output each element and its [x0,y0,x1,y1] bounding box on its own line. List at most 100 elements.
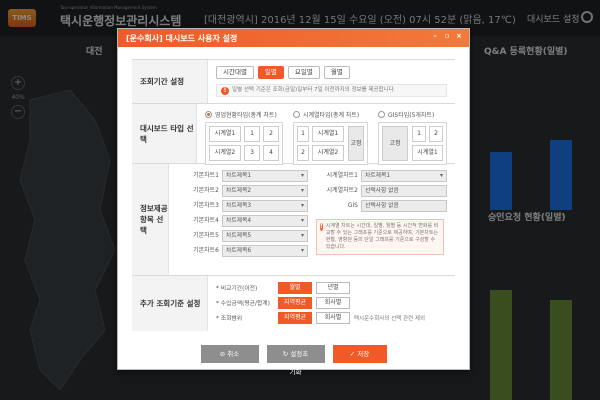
dashboard-type-content: 영업현황타입(총계 차트) 시계열1 1 2 시계열2 3 4 시계열타입(총계… [197,104,455,165]
timeseries-chart-label: 시계열차트1 [326,172,358,179]
period-label: 조회기간 설정 [132,60,208,103]
window-controls: – ▫ × [431,32,463,40]
base-chart-label: 기본차트1 [193,172,219,179]
timeseries-chart-select[interactable]: 선택사항 없음 [361,185,447,197]
income-company-button[interactable]: 회사별 [316,296,350,309]
scope-company-button[interactable]: 회사별 [316,311,350,324]
preview-cell: 2 [297,145,309,161]
modal-header: [운수회사] 대시보드 사용자 설정 – ▫ × [118,29,469,47]
preview-cell: 2 [263,126,279,142]
info-items-content: 기본차트1차트제목1 기본차트2차트제목2 기본차트3차트제목3 기본차트4차트… [169,164,455,275]
minimize-icon[interactable]: – [431,32,439,40]
preview-cell-fixed: 고정 [382,126,408,161]
preview-cell: 시계열2 [312,145,344,161]
type-preview-gis: 고정 1 2 시계열1 [378,122,447,165]
income-region-avg-button[interactable]: 지역평균 [278,296,312,309]
info-row: 기본차트2 차트제목2 [177,185,308,197]
info-grid: 기본차트1차트제목1 기본차트2차트제목2 기본차트3차트제목3 기본차트4차트… [177,170,447,257]
scope-note: 택시운수회사의 선택 관련 제외 [354,315,426,322]
info-row: 기본차트5 차트제목5 [177,230,308,242]
info-icon: ! [221,86,229,95]
type-radio-gis[interactable]: GIS타입(5개차트) [378,110,447,119]
timeseries-chart-column: 시계열차트1차트제목1 시계열차트2선택사항 없음 GIS선택사항 없음 ! 시… [316,170,447,257]
extra-row-scope: * 조회범위 지역평균 회사별 택시운수회사의 선택 관련 제외 [216,310,447,325]
scope-label: * 조회범위 [216,316,243,322]
period-option-hour[interactable]: 시간대별 [216,66,254,79]
preview-cell: 1 [297,126,309,142]
type-name: 영업현황타입(총계 차트) [215,112,277,119]
period-options: 시간대별 일별 요일별 월별 [216,66,447,79]
base-chart-column: 기본차트1차트제목1 기본차트2차트제목2 기본차트3차트제목3 기본차트4차트… [177,170,308,257]
base-chart-label: 기본차트3 [193,202,219,209]
save-label: 저장 [357,350,370,358]
info-row: GIS 선택사항 없음 [316,200,447,212]
extra-criteria-content: * 비교기간(이전) 월별 년별 * 수입금액(평균/합계) 지역평균 회사별 … [208,276,455,331]
info-row: 기본차트6 차트제목6 [177,245,308,257]
modal-title: [운수회사] 대시보드 사용자 설정 [126,34,238,43]
base-chart-select[interactable]: 차트제목4 [222,215,308,227]
dashboard-type-section: 대시보드 타입 선택 영업현황타입(총계 차트) 시계열1 1 2 시계열2 3… [132,103,455,165]
extra-criteria-section: 추가 조회기준 설정 * 비교기간(이전) 월별 년별 * 수입금액(평균/합계… [132,275,455,331]
modal-footer: ⊘ 취소 ↻ 설정초기화 ✓ 저장 [132,345,455,376]
maximize-icon[interactable]: ▫ [443,32,451,40]
period-content: 시간대별 일별 요일별 월별 ! 일별 선택 기준은 조회(금일)일부터 7일 … [208,60,455,103]
base-chart-label: 기본차트6 [193,247,219,254]
cancel-label: 취소 [227,350,240,358]
close-icon[interactable]: × [455,32,463,40]
period-option-weekday[interactable]: 요일별 [287,66,320,79]
preview-cell: 1 [412,126,426,142]
period-option-day[interactable]: 일별 [257,66,284,79]
info-row: 기본차트4 차트제목4 [177,215,308,227]
type-preview-sales: 시계열1 1 2 시계열2 3 4 [205,122,283,165]
dashboard-type-options: 영업현황타입(총계 차트) 시계열1 1 2 시계열2 3 4 시계열타입(총계… [205,110,447,165]
save-button[interactable]: ✓ 저장 [332,345,387,363]
base-chart-select[interactable]: 차트제목5 [222,230,308,242]
period-section: 조회기간 설정 시간대별 일별 요일별 월별 ! 일별 선택 기준은 조회(금일… [132,59,455,103]
timeseries-chart-label: 시계열차트2 [326,187,358,194]
preview-cell: 시계열2 [209,145,241,161]
reset-button[interactable]: ↻ 설정초기화 [266,345,325,376]
base-chart-select[interactable]: 차트제목2 [222,185,308,197]
dashboard-settings-modal: [운수회사] 대시보드 사용자 설정 – ▫ × 조회기간 설정 시간대별 일별… [117,28,470,376]
cancel-button[interactable]: ⊘ 취소 [200,345,259,363]
gis-select[interactable]: 선택사항 없음 [361,200,447,212]
preview-cell: 1 [244,126,260,142]
preview-cell: 시계열1 [412,145,443,161]
info-items-section: 정보제공 항목 선택 기본차트1차트제목1 기본차트2차트제목2 기본차트3차트… [132,163,455,275]
radio-icon[interactable] [293,111,300,118]
radio-icon[interactable] [205,111,212,118]
modal-body: 조회기간 설정 시간대별 일별 요일별 월별 ! 일별 선택 기준은 조회(금일… [118,47,469,376]
extra-row-compare: * 비교기간(이전) 월별 년별 [216,280,447,295]
type-radio-sales[interactable]: 영업현황타입(총계 차트) [205,110,283,119]
radio-icon[interactable] [378,111,385,118]
preview-cell: 2 [429,126,443,142]
dashboard-type-label: 대시보드 타입 선택 [132,104,197,163]
period-notice-text: 일별 선택 기준은 조회(금일)일부터 7일 이전까지의 정보를 제공합니다. [232,87,396,93]
info-row: 시계열차트2 선택사항 없음 [316,185,447,197]
timeseries-chart-select[interactable]: 차트제목1 [361,170,447,182]
base-chart-select[interactable]: 차트제목3 [222,200,308,212]
base-chart-label: 기본차트4 [193,217,219,224]
info-row: 기본차트3 차트제목3 [177,200,308,212]
type-radio-timeseries[interactable]: 시계열타입(총계 차트) [293,110,368,119]
extra-criteria-label: 추가 조회기준 설정 [132,276,208,331]
base-chart-label: 기본차트5 [193,232,219,239]
compare-monthly-button[interactable]: 월별 [278,281,312,294]
preview-cell: 3 [244,145,260,161]
type-preview-timeseries: 1 시계열1 2 시계열2 고정 [293,122,368,165]
info-warning: ! 시계열 차트는 시간대, 일별, 월별 등 시간적 변화를 비교할 수 있는… [316,219,444,255]
type-option-timeseries[interactable]: 시계열타입(총계 차트) 1 시계열1 2 시계열2 고정 [293,110,368,165]
preview-cell: 시계열1 [209,126,241,142]
warning-icon: ! [320,223,323,231]
base-chart-select[interactable]: 차트제목6 [222,245,308,257]
period-option-month[interactable]: 월별 [323,66,350,79]
type-option-sales[interactable]: 영업현황타입(총계 차트) 시계열1 1 2 시계열2 3 4 [205,110,283,165]
preview-cell-fixed: 고정 [348,126,364,161]
compare-yearly-button[interactable]: 년별 [316,281,350,294]
base-chart-label: 기본차트2 [193,187,219,194]
type-option-gis[interactable]: GIS타입(5개차트) 고정 1 2 시계열1 [378,110,447,165]
scope-region-avg-button[interactable]: 지역평균 [278,311,312,324]
period-notice: ! 일별 선택 기준은 조회(금일)일부터 7일 이전까지의 정보를 제공합니다… [216,84,447,97]
base-chart-select[interactable]: 차트제목1 [222,170,308,182]
income-label: * 수입금액(평균/합계) [216,301,270,307]
